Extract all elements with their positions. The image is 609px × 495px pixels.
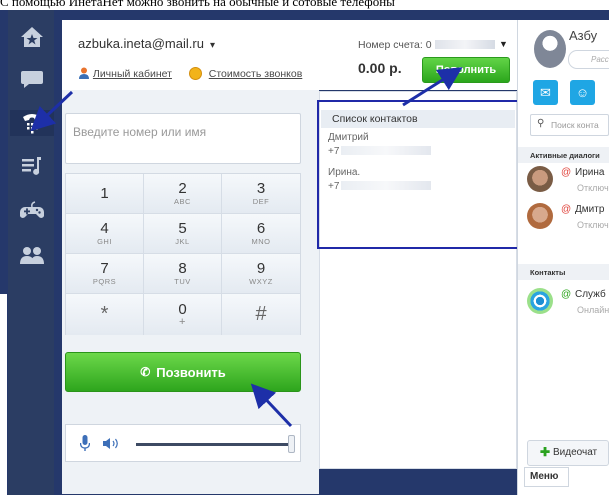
- key-letters: DEF: [252, 197, 270, 206]
- account-bar: azbuka.ineta@mail.ru ▾ Личный кабинет Сто…: [62, 20, 526, 90]
- keypad: 1 2 ABC 3 DEF 4 GHI 5 JKL 6 MNO 7 PQRS 8 TUV 9W…: [65, 173, 301, 335]
- mail-icon[interactable]: ✉: [533, 80, 558, 105]
- account-number-blurred: [434, 40, 495, 49]
- people-icon[interactable]: [18, 243, 46, 269]
- microphone-icon[interactable]: [80, 435, 90, 452]
- home-icon[interactable]: [18, 24, 46, 50]
- contacts-highlight-box: [317, 100, 524, 249]
- account-number[interactable]: Номер счета: 0: [358, 39, 495, 51]
- key-letters: +: [179, 316, 186, 328]
- key-digit: 3: [256, 180, 266, 197]
- key-star[interactable]: *: [66, 294, 144, 335]
- key-8[interactable]: 8 TUV: [144, 254, 222, 294]
- key-7[interactable]: 7 PQRS: [66, 254, 144, 294]
- chevron-down-icon[interactable]: ▾: [210, 40, 215, 51]
- call-cost-link[interactable]: Стоимость звонков: [209, 68, 303, 80]
- status-input[interactable]: Расс: [568, 50, 609, 69]
- key-letters: MNO: [251, 237, 271, 246]
- right-sidebar: [517, 20, 609, 495]
- at-icon: @: [561, 167, 572, 178]
- app-window: С помощью ИнетаНет можно звонить на обыч…: [0, 0, 609, 495]
- dialog-name[interactable]: Ирина: [575, 167, 604, 178]
- contact-name[interactable]: Служб: [575, 289, 606, 300]
- key-digit: 4: [100, 220, 109, 237]
- key-digit: 7: [100, 260, 109, 277]
- key-digit: 2: [178, 180, 187, 197]
- volume-slider-track[interactable]: [136, 443, 291, 446]
- key-letters: PQRS: [92, 277, 117, 286]
- user-icon: [79, 67, 89, 79]
- account-email[interactable]: azbuka.ineta@mail.ru ▾: [78, 36, 215, 51]
- contacts-section-header: Контакты: [518, 264, 609, 280]
- cabinet-link[interactable]: Личный кабинет: [93, 68, 172, 80]
- gamepad-icon[interactable]: [18, 198, 46, 224]
- active-dialogs-header: Активные диалоги: [518, 147, 609, 163]
- key-2[interactable]: 2 ABC: [144, 174, 222, 214]
- left-edge: [0, 294, 7, 495]
- account-links: Личный кабинет Стоимость звонков: [78, 67, 302, 80]
- smile-icon[interactable]: ☺: [570, 80, 595, 105]
- key-letters: TUV: [174, 277, 191, 286]
- key-letters: JKL: [175, 237, 190, 246]
- key-letters: GHI: [97, 237, 112, 246]
- key-digit: #: [255, 303, 267, 325]
- key-digit: 1: [100, 184, 109, 202]
- dialog-status: Отключ: [577, 183, 609, 193]
- dialog-status: Отключ: [577, 220, 609, 230]
- call-button[interactable]: ✆ Позвонить: [65, 352, 301, 392]
- key-9[interactable]: 9 WXYZ: [222, 254, 300, 294]
- at-icon: @: [561, 204, 572, 215]
- key-digit: 5: [178, 220, 187, 237]
- avatar[interactable]: [527, 203, 553, 229]
- topup-button[interactable]: Пополнить: [422, 57, 510, 83]
- speaker-icon[interactable]: [102, 437, 120, 450]
- contact-status: Онлайн: [577, 305, 609, 315]
- chat-icon[interactable]: [18, 66, 46, 92]
- balance-value: 0.00 р.: [358, 60, 402, 76]
- plus-icon: ✚: [540, 445, 551, 459]
- avatar[interactable]: [527, 166, 553, 192]
- key-digit: 6: [256, 220, 266, 237]
- number-input[interactable]: Введите номер или имя: [65, 113, 301, 164]
- volume-slider-handle[interactable]: [288, 435, 295, 453]
- key-5[interactable]: 5 JKL: [144, 214, 222, 254]
- phone-keypad-icon[interactable]: [10, 110, 54, 136]
- key-3[interactable]: 3 DEF: [222, 174, 300, 214]
- phone-icon: ✆: [140, 365, 151, 379]
- volume-bar: [65, 424, 301, 462]
- avatar[interactable]: [534, 30, 566, 68]
- dialog-name[interactable]: Дмитр: [575, 204, 604, 215]
- key-4[interactable]: 4 GHI: [66, 214, 144, 254]
- key-letters: WXYZ: [249, 277, 273, 286]
- key-0[interactable]: 0 +: [144, 294, 222, 335]
- key-digit: 8: [178, 260, 187, 277]
- key-6[interactable]: 6 MNO: [222, 214, 300, 254]
- user-name: Азбу: [569, 28, 598, 43]
- key-hash[interactable]: #: [222, 294, 300, 335]
- music-list-icon[interactable]: [18, 153, 46, 179]
- chevron-down-icon[interactable]: ▼: [499, 39, 508, 49]
- key-digit: 9: [256, 260, 266, 277]
- call-button-label: Позвонить: [156, 364, 226, 380]
- key-1[interactable]: 1: [66, 174, 144, 214]
- email-text: azbuka.ineta@mail.ru: [78, 36, 204, 51]
- menu-tab[interactable]: Меню: [524, 467, 569, 487]
- key-digit: *: [100, 303, 109, 325]
- left-rail: [8, 10, 54, 495]
- coin-icon: [188, 67, 202, 80]
- at-icon: @: [561, 289, 572, 300]
- search-icon: ⚲: [537, 118, 545, 129]
- account-number-label: Номер счета: 0: [358, 39, 432, 51]
- key-letters: ABC: [174, 197, 191, 206]
- service-avatar[interactable]: [527, 288, 553, 314]
